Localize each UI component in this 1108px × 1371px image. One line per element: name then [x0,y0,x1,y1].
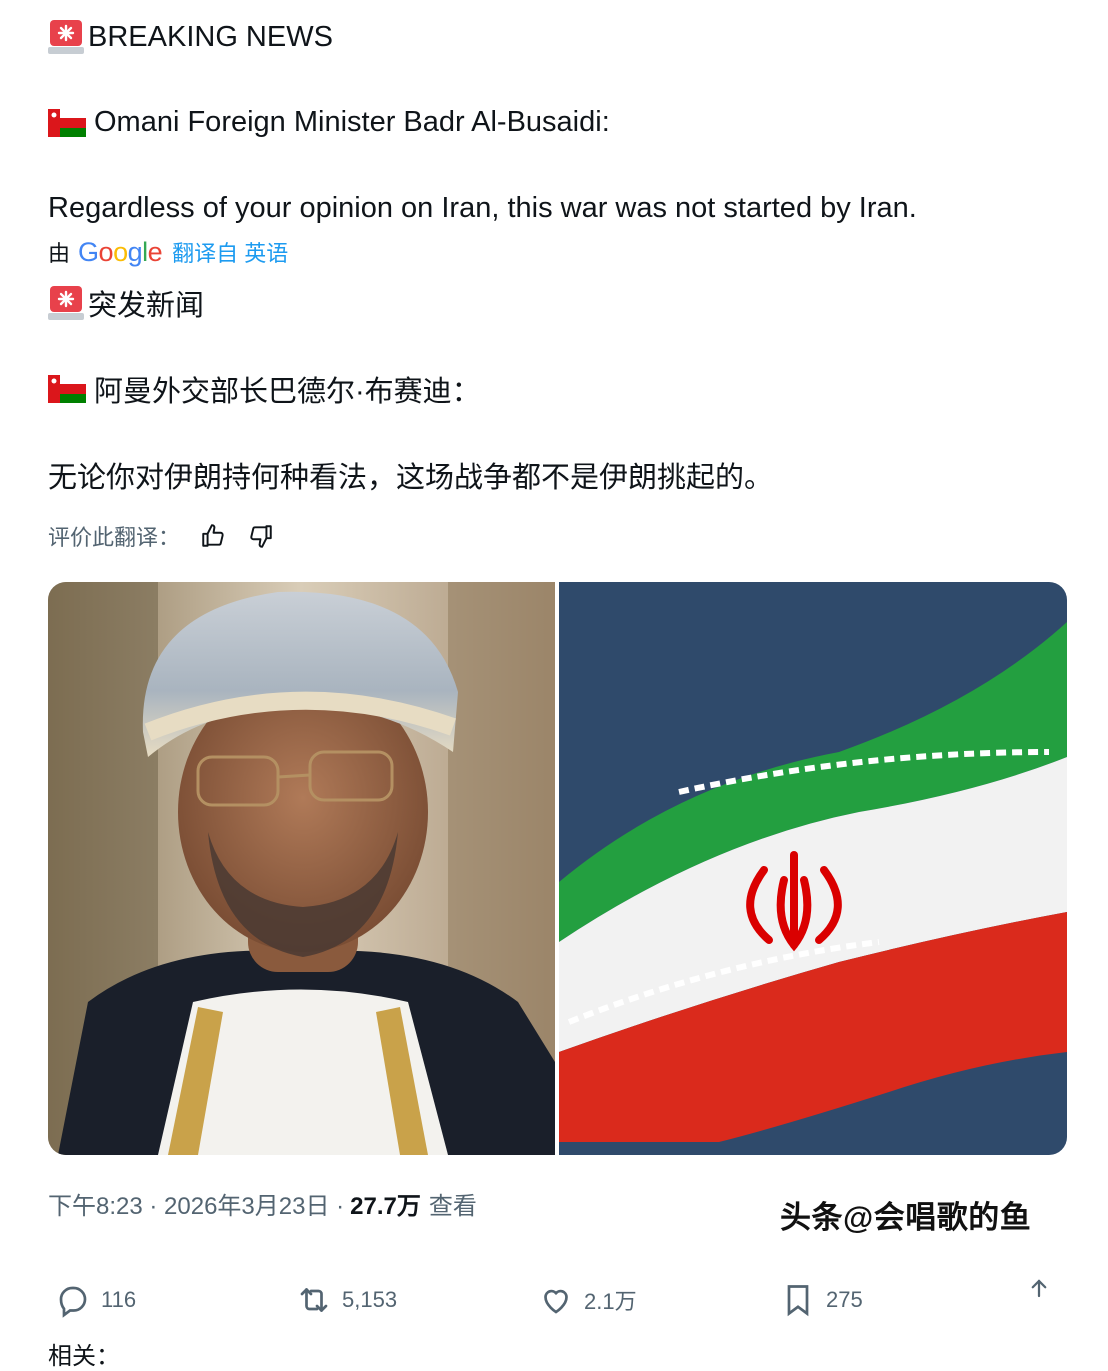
breaking-news-line: BREAKING NEWS [48,18,333,56]
like-count: 2.1万 [584,1289,637,1314]
zh-breaking-line: 突发新闻 [48,282,204,324]
minister-photo[interactable] [48,582,555,1155]
post-timestamp[interactable]: 下午8:23 · 2026年3月23日 · [48,1186,344,1221]
zh-text-line-2: 阿曼外交部长巴德尔·布赛迪： [94,376,481,408]
rate-translation: 评价此翻译： [48,520,276,552]
siren-icon [48,284,84,322]
siren-icon [48,18,84,56]
zh-text-line-1: 突发新闻 [88,290,205,322]
bookmark-count: 275 [826,1287,863,1312]
share-icon [1031,1279,1047,1298]
google-logo: Google [78,236,163,267]
like-icon [544,1289,568,1314]
like-button[interactable]: 2.1万 [538,1282,637,1318]
post-meta: 下午8:23 · 2026年3月23日 · 27.7万 查看 [48,1186,477,1221]
bookmark-icon [787,1285,809,1317]
thumbs-up-icon[interactable] [198,521,228,551]
thumbs-down-icon[interactable] [246,521,276,551]
zh-text-line-3: 无论你对伊朗持何种看法，这场战争都不是伊朗挑起的。 [48,462,774,494]
quote-line: Regardless of your opinion on Iran, this… [48,192,917,225]
share-button[interactable] [1024,1276,1064,1306]
views-label: 查看 [428,1193,477,1220]
oman-flag-icon [48,108,86,137]
reply-button[interactable]: 116 [55,1282,136,1318]
post-text-line-2: Omani Foreign Minister Badr Al-Busaidi: [94,106,610,138]
repost-icon [300,1288,328,1312]
views-count: 27.7万 [350,1193,421,1220]
media-grid [48,582,1067,1155]
reply-count: 116 [101,1287,137,1312]
post-text-line-1: BREAKING NEWS [88,20,333,53]
post-text-line-3: Regardless of your opinion on Iran, this… [48,192,917,224]
rate-translation-label: 评价此翻译： [48,525,181,550]
repost-button[interactable]: 5,153 [296,1282,397,1318]
oman-flag-icon [48,375,86,403]
reply-icon [59,1286,87,1318]
translated-by-label: 由 [48,241,71,266]
translated-from-link[interactable]: 翻译自 英语 [172,236,288,268]
zh-quote-line: 无论你对伊朗持何种看法，这场战争都不是伊朗挑起的。 [48,454,773,496]
translation-source: 由 Google 翻译自 英语 [48,236,288,268]
repost-count: 5,153 [342,1287,398,1312]
watermark: 头条@会唱歌的鱼 [780,1200,1032,1235]
action-bar: 116 5,153 2.1万 275 [0,1276,1108,1324]
iran-flag-photo[interactable] [559,582,1067,1155]
bookmark-button[interactable]: 275 [780,1282,863,1318]
zh-minister-line: 阿曼外交部长巴德尔·布赛迪： [48,368,481,410]
minister-line: Omani Foreign Minister Badr Al-Busaidi: [48,106,610,139]
